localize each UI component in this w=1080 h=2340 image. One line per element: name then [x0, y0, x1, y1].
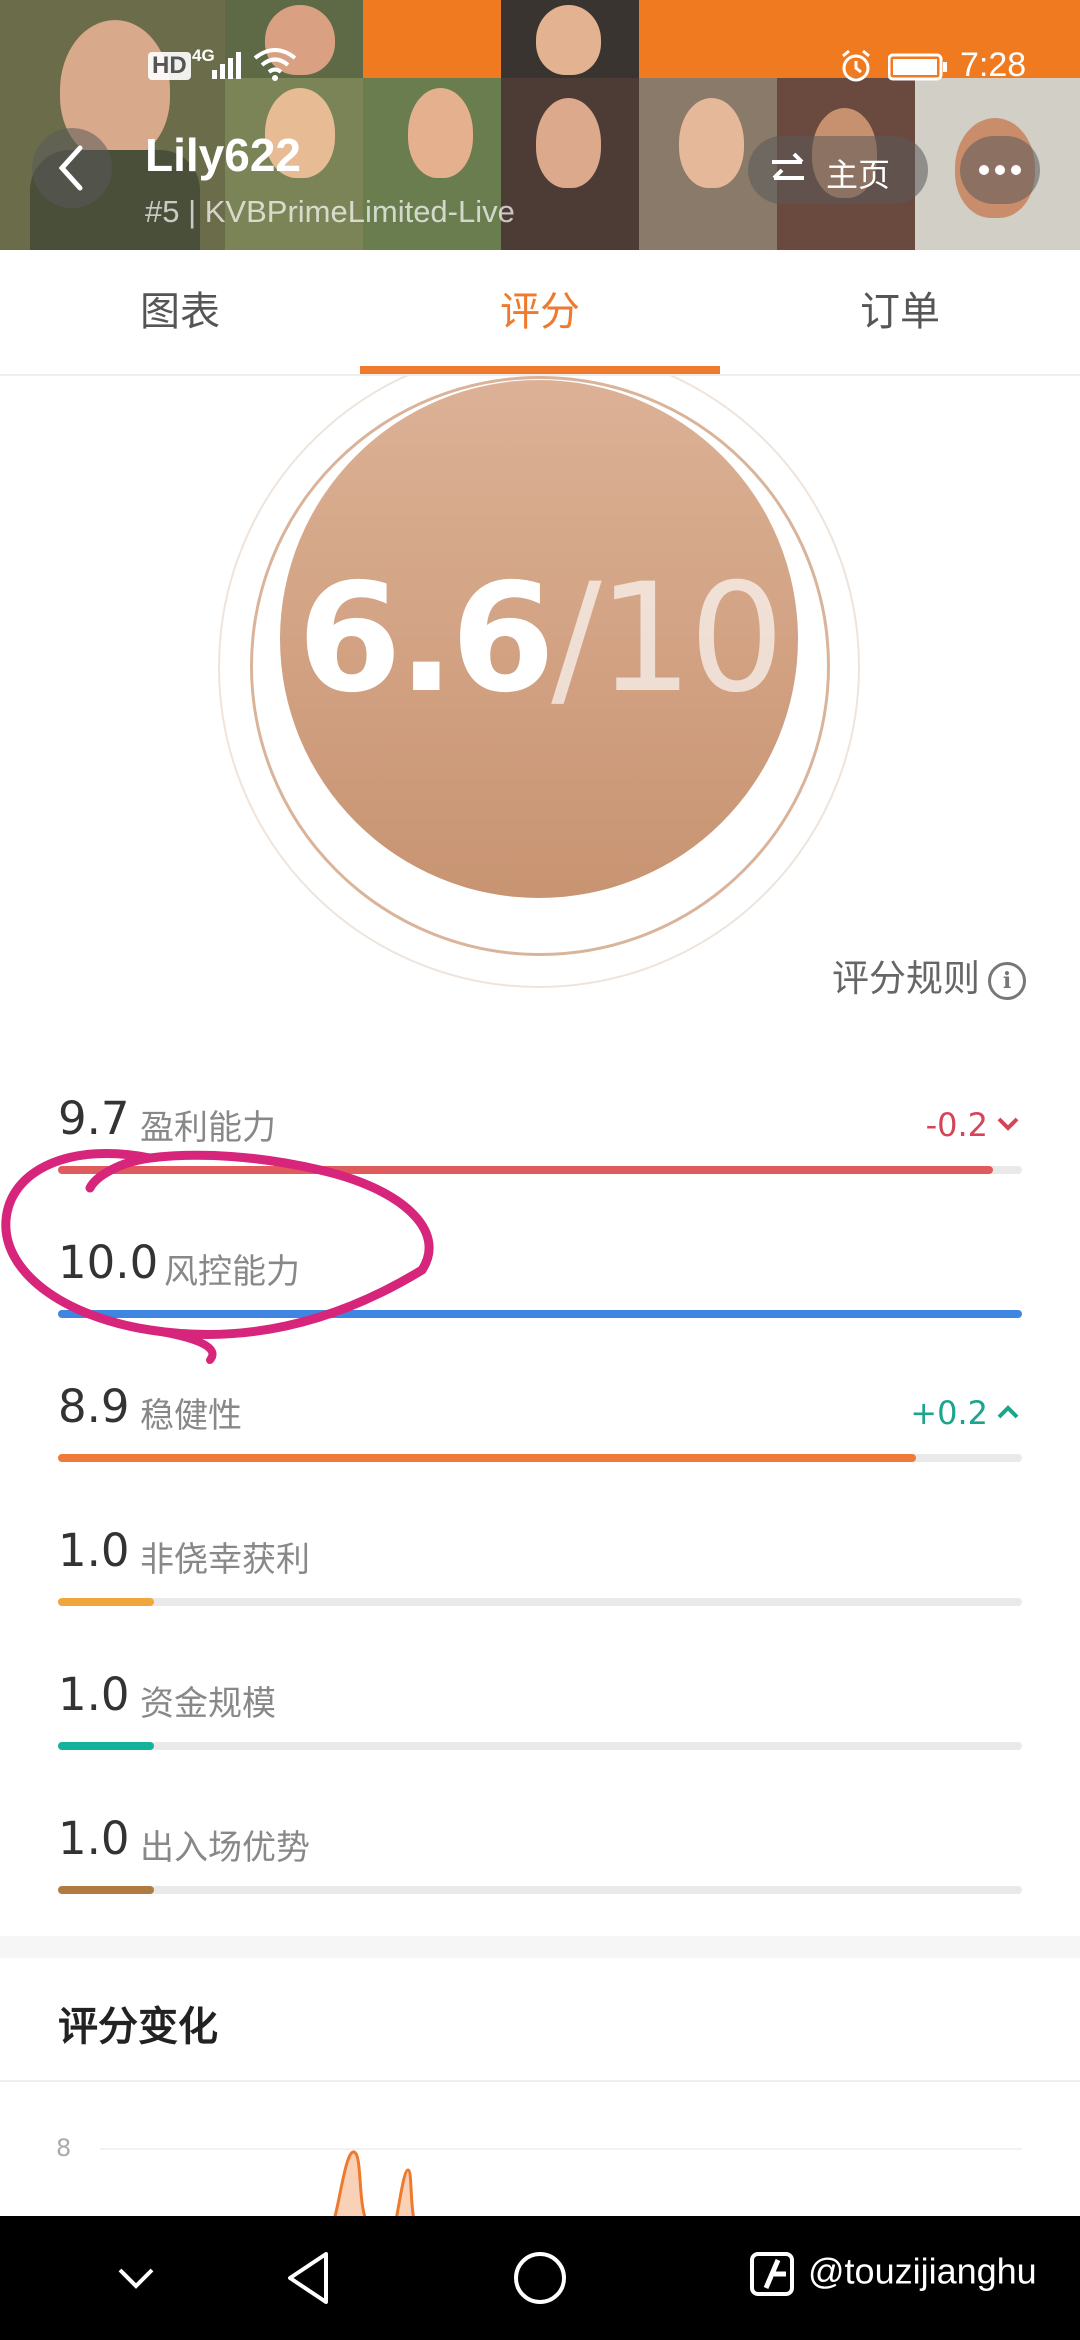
metric-change: +0.2 — [910, 1394, 1022, 1432]
more-icon — [979, 165, 1021, 175]
metric-row: 1.0 资金规模 — [58, 1668, 1022, 1768]
metric-label: 出入场优势 — [140, 1828, 310, 1868]
watermark-text: @touzijianghu — [808, 2250, 1037, 2292]
metric-change-value: -0.2 — [925, 1106, 988, 1144]
page-title: Lily622 — [145, 129, 301, 181]
score-change-title: 评分变化 — [58, 2004, 218, 2050]
clock-time: 7:28 — [960, 46, 1027, 84]
tab-orders[interactable]: 订单 — [720, 250, 1080, 374]
back-triangle-icon[interactable] — [280, 2248, 340, 2308]
hd-badge: HD — [148, 52, 191, 80]
score-rules-link[interactable]: 评分规则 i — [832, 948, 1026, 1002]
score-rules-label: 评分规则 — [832, 957, 980, 1000]
section-line — [0, 2080, 1080, 2082]
metric-bar-fill — [58, 1742, 155, 1750]
chevron-left-icon — [58, 145, 83, 191]
section-divider — [0, 1936, 1080, 1958]
metric-row: 1.0 出入场优势 — [58, 1812, 1022, 1912]
metric-value: 1.0 — [58, 1668, 130, 1721]
metric-bar-fill — [58, 1454, 916, 1462]
tab-chart[interactable]: 图表 — [0, 250, 360, 374]
chevron-down-icon — [997, 1117, 1019, 1131]
score-denominator: /10 — [551, 552, 784, 726]
account-subtitle: #5 | KVBPrimeLimited-Live — [145, 194, 515, 229]
tab-score[interactable]: 评分 — [360, 250, 720, 374]
weibo-logo-icon — [750, 2252, 794, 2296]
metric-track — [58, 1742, 1022, 1750]
metric-row: 9.7 盈利能力 -0.2 — [58, 1092, 1022, 1192]
metric-value: 1.0 — [58, 1812, 130, 1865]
metric-bar-fill — [58, 1310, 1022, 1318]
metric-label: 资金规模 — [140, 1684, 276, 1724]
score-change-chart-line — [332, 2150, 416, 2220]
wifi-icon — [252, 46, 298, 82]
info-icon: i — [988, 961, 1026, 1000]
metric-row: 10.0 风控能力 — [58, 1236, 1022, 1336]
metric-track — [58, 1166, 1022, 1174]
metric-value: 9.7 — [58, 1092, 130, 1145]
metric-label: 稳健性 — [140, 1396, 242, 1436]
tab-indicator — [360, 366, 720, 374]
metric-bar-fill — [58, 1166, 994, 1174]
home-label: 主页 — [826, 156, 891, 194]
watermark: @touzijianghu — [748, 2248, 1037, 2300]
metric-label: 非侥幸获利 — [140, 1540, 310, 1580]
chevron-up-icon — [997, 1405, 1019, 1419]
metric-change: -0.2 — [926, 1106, 1022, 1144]
signal-icon — [210, 50, 250, 80]
header-banner: HD 4G 7:28 Lily622 #5 | KVBPrimeLimited-… — [0, 0, 1080, 250]
system-nav-bar: @touzijianghu — [0, 2216, 1080, 2340]
swap-icon — [772, 152, 804, 180]
status-bar: HD 4G 7:28 — [0, 0, 1080, 130]
battery-icon — [887, 52, 948, 82]
back-button[interactable] — [32, 128, 112, 208]
metric-track — [58, 1454, 1022, 1462]
metric-change-value: +0.2 — [910, 1394, 988, 1432]
score-value: 6.6/10 — [280, 380, 798, 898]
metric-bar-fill — [58, 1886, 155, 1894]
score-number: 6.6 — [297, 552, 555, 726]
metric-row: 1.0 非侥幸获利 — [58, 1524, 1022, 1624]
metric-track — [58, 1598, 1022, 1606]
metric-track — [58, 1310, 1022, 1318]
chevron-down-icon[interactable] — [106, 2248, 166, 2308]
metric-label: 盈利能力 — [140, 1108, 276, 1148]
metric-bar-fill — [58, 1598, 155, 1606]
metric-value: 10.0 — [58, 1236, 159, 1289]
metric-value: 1.0 — [58, 1524, 130, 1577]
tab-bar: 图表 评分 订单 — [0, 250, 1080, 376]
metric-value: 8.9 — [58, 1380, 130, 1433]
alarm-icon — [838, 48, 874, 84]
more-button[interactable] — [960, 136, 1040, 204]
metric-row: 8.9 稳健性 +0.2 — [58, 1380, 1022, 1480]
metric-label: 风控能力 — [164, 1252, 300, 1292]
metric-track — [58, 1886, 1022, 1894]
home-circle-icon[interactable] — [510, 2248, 570, 2308]
home-button[interactable]: 主页 — [748, 136, 928, 204]
